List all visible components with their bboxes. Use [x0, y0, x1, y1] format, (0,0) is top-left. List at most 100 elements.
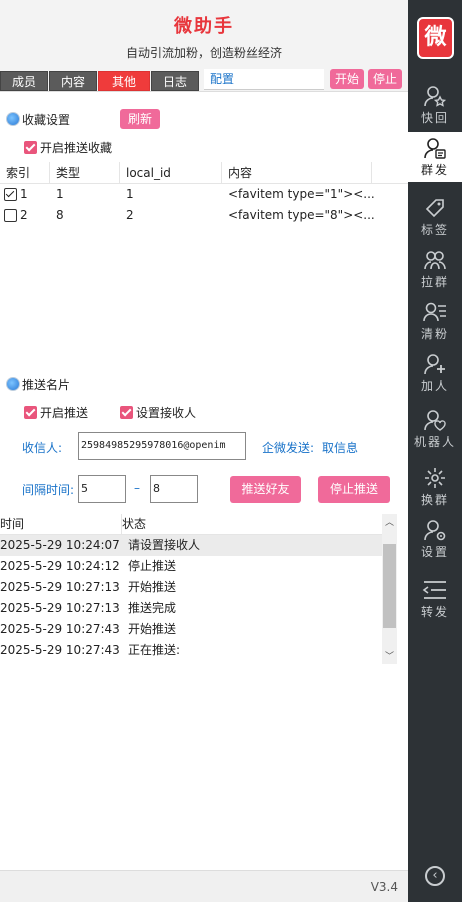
- log-status: 正在推送:: [128, 643, 181, 657]
- log-time: 2025-5-29 10:27:43: [0, 622, 120, 636]
- tab-other[interactable]: 其他: [98, 71, 150, 91]
- sidebar-item-clear-fans[interactable]: 清粉: [408, 296, 462, 346]
- collapse-sidebar-icon[interactable]: ‹: [425, 866, 445, 886]
- scrollbar-thumb[interactable]: [383, 544, 396, 628]
- tab-members[interactable]: 成员: [0, 71, 48, 91]
- tab-bar: 成员 内容 其他 日志 配置 开始 停止: [0, 66, 408, 92]
- sidebar-item-label: 拉群: [420, 275, 449, 289]
- star-person-icon: [424, 86, 447, 107]
- log-scrollbar[interactable]: ︿ ﹀: [382, 514, 397, 664]
- forward-list-icon: [422, 581, 446, 599]
- group-icon: [424, 251, 446, 270]
- sidebar-item-switch-group[interactable]: 换群: [408, 462, 462, 512]
- settings-person-icon: [424, 520, 446, 541]
- interval-max-input[interactable]: 8: [150, 475, 198, 503]
- interval-min-input[interactable]: 5: [78, 475, 126, 503]
- stop-push-button[interactable]: 停止推送: [318, 476, 390, 503]
- sidebar-item-label: 加人: [420, 379, 449, 393]
- app-header: 微助手 自动引流加粉，创造粉丝经济: [0, 0, 408, 66]
- sidebar-item-robot[interactable]: 机器人: [408, 404, 462, 454]
- sidebar-item-quick-reply[interactable]: 快回: [408, 80, 462, 130]
- log-status: 开始推送: [128, 580, 177, 594]
- column-local-id[interactable]: local_id: [120, 162, 222, 184]
- row-local-id: 1: [126, 187, 134, 201]
- log-status: 推送完成: [128, 601, 177, 615]
- sidebar: 微 快回 群发 标签 拉群 清粉 加人 机器人 换群 设置 转发 ‹: [408, 0, 462, 902]
- app-logo: 微: [417, 17, 454, 59]
- tab-config[interactable]: 配置: [204, 69, 324, 90]
- globe-icon: [6, 377, 20, 391]
- row-index: 2: [20, 208, 28, 222]
- version-label: V3.4: [370, 880, 398, 894]
- log-row[interactable]: 2025-5-29 10:27:43 开始推送: [0, 619, 396, 640]
- log-time: 2025-5-29 10:27:13: [0, 601, 120, 615]
- log-time: 2025-5-29 10:24:12: [0, 559, 120, 573]
- row-checkbox-icon[interactable]: [4, 209, 17, 222]
- sidebar-item-label: 快回: [420, 111, 449, 125]
- scroll-up-icon[interactable]: ︿: [382, 515, 397, 528]
- log-time: 2025-5-29 10:27:43: [0, 643, 120, 657]
- sidebar-item-tags[interactable]: 标签: [408, 192, 462, 242]
- column-content[interactable]: 内容: [222, 162, 372, 184]
- sidebar-item-label: 清粉: [420, 327, 449, 341]
- log-row[interactable]: 2025-5-29 10:27:43 正在推送:: [0, 640, 396, 661]
- column-type[interactable]: 类型: [50, 162, 120, 184]
- enable-favorites-checkbox[interactable]: 开启推送收藏: [24, 139, 112, 156]
- row-index-cell[interactable]: 1: [0, 184, 50, 205]
- row-checkbox-icon[interactable]: [4, 188, 17, 201]
- scroll-down-icon[interactable]: ﹀: [382, 649, 397, 662]
- sidebar-item-pull-group[interactable]: 拉群: [408, 244, 462, 294]
- log-row[interactable]: 2025-5-29 10:27:13 推送完成: [0, 598, 396, 619]
- column-time[interactable]: 时间: [0, 514, 122, 534]
- favorites-table-header: 索引 类型 local_id 内容: [0, 162, 408, 184]
- column-status[interactable]: 状态: [122, 514, 362, 534]
- log-status: 请设置接收人: [128, 538, 201, 552]
- tab-log[interactable]: 日志: [151, 71, 199, 91]
- row-type: 1: [56, 187, 64, 201]
- stop-button[interactable]: 停止: [368, 69, 403, 89]
- push-friends-button[interactable]: 推送好友: [230, 476, 301, 503]
- column-index[interactable]: 索引: [0, 162, 50, 184]
- set-receiver-label: 设置接收人: [136, 406, 197, 420]
- log-table: 时间 状态 2025-5-29 10:24:07 请设置接收人 2025-5-2…: [0, 514, 396, 664]
- enable-push-checkbox[interactable]: 开启推送: [24, 404, 88, 421]
- sidebar-item-settings[interactable]: 设置: [408, 514, 462, 564]
- sidebar-item-label: 设置: [420, 545, 449, 559]
- fetch-info-link[interactable]: 取信息: [322, 439, 358, 456]
- row-content: <favitem type="1"><...: [228, 187, 375, 201]
- app-title: 微助手: [174, 16, 234, 37]
- sidebar-item-add-people[interactable]: 加人: [408, 348, 462, 398]
- tab-content[interactable]: 内容: [49, 71, 97, 91]
- refresh-button[interactable]: 刷新: [120, 109, 161, 129]
- tag-icon: [425, 199, 444, 218]
- interval-separator: –: [134, 481, 140, 495]
- log-row[interactable]: 2025-5-29 10:27:13 开始推送: [0, 577, 396, 598]
- table-row[interactable]: 1 1 1 <favitem type="1"><...: [0, 184, 408, 205]
- favorites-section-title: 收藏设置: [6, 111, 70, 128]
- card-push-section-title: 推送名片: [6, 376, 70, 393]
- checkbox-checked-icon: [24, 406, 37, 419]
- table-row[interactable]: 2 8 2 <favitem type="8"><...: [0, 205, 408, 226]
- log-row[interactable]: 2025-5-29 10:24:12 停止推送: [0, 556, 396, 577]
- sidebar-item-label: 转发: [420, 605, 449, 619]
- sidebar-item-label: 标签: [420, 223, 449, 237]
- sidebar-item-mass-send[interactable]: 群发: [408, 132, 462, 182]
- log-status: 停止推送: [128, 559, 177, 573]
- sidebar-item-forward[interactable]: 转发: [408, 574, 462, 624]
- log-table-header: 时间 状态: [0, 514, 396, 535]
- receiver-input[interactable]: 25984985295978016@openim: [78, 432, 246, 460]
- set-receiver-checkbox[interactable]: 设置接收人: [120, 404, 196, 421]
- card-push-title-text: 推送名片: [22, 378, 71, 392]
- person-list-icon: [423, 302, 446, 322]
- start-button[interactable]: 开始: [330, 69, 365, 89]
- log-time: 2025-5-29 10:27:13: [0, 580, 120, 594]
- column-extra: [372, 162, 408, 184]
- log-status: 开始推送: [128, 622, 177, 636]
- row-index-cell[interactable]: 2: [0, 205, 50, 226]
- status-bar: V3.4: [0, 870, 408, 902]
- favorites-table: 索引 类型 local_id 内容 1 1 1 <favitem type="1…: [0, 162, 408, 226]
- robot-person-icon: [424, 410, 446, 431]
- sidebar-item-label: 换群: [420, 493, 449, 507]
- log-row[interactable]: 2025-5-29 10:24:07 请设置接收人: [0, 535, 396, 556]
- add-person-icon: [424, 354, 445, 375]
